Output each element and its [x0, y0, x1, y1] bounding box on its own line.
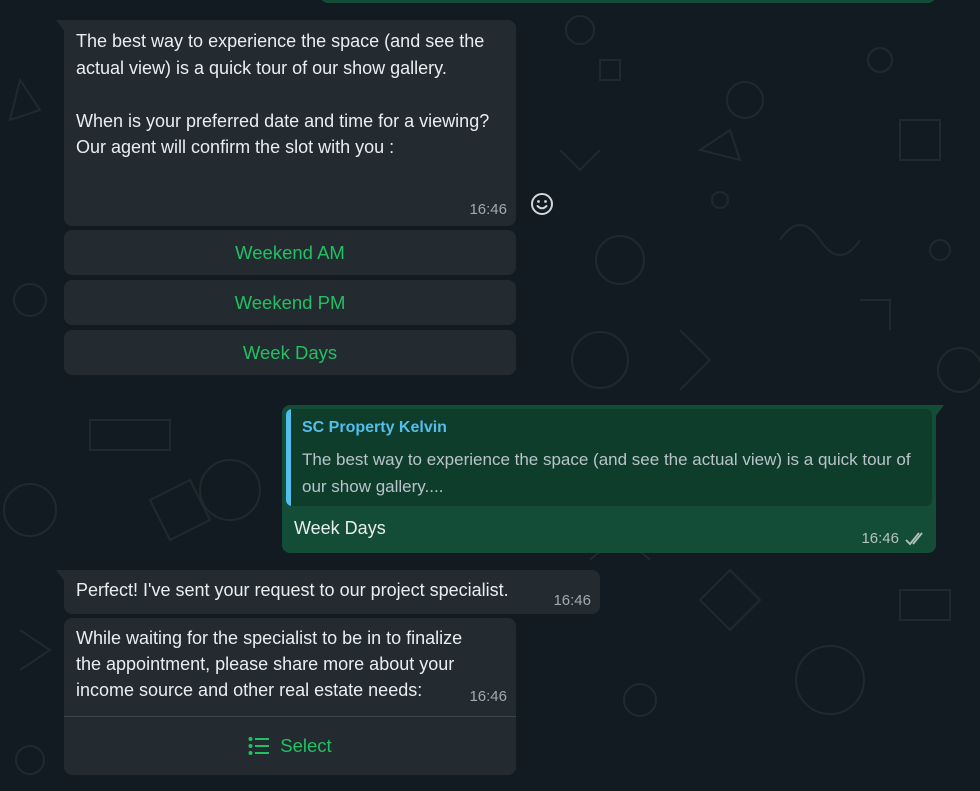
select-list-button[interactable]: Select: [64, 717, 516, 775]
smiley-icon: [531, 193, 553, 215]
incoming-message-2: Perfect! I've sent your request to our p…: [64, 570, 600, 614]
double-check-icon: [905, 531, 923, 545]
previous-outgoing-bubble-edge: [320, 0, 936, 3]
quote-accent-bar: [286, 409, 291, 506]
emoji-reaction-button[interactable]: [529, 191, 555, 217]
chat-panel: The best way to experience the space (an…: [0, 0, 980, 791]
message-meta: 16:46: [861, 530, 927, 547]
list-icon: [248, 737, 270, 755]
message-text: Week Days: [294, 518, 386, 538]
select-button-label: Select: [280, 735, 332, 756]
incoming-message-1: The best way to experience the space (an…: [64, 20, 516, 226]
bubble-tail: [56, 570, 65, 582]
quick-reply-week-days[interactable]: Week Days: [64, 330, 516, 375]
message-time: 16:46: [469, 201, 507, 218]
message-text: Perfect! I've sent your request to our p…: [76, 580, 509, 600]
message-text: The best way to experience the space (an…: [76, 31, 490, 157]
quick-reply-weekend-pm[interactable]: Weekend PM: [64, 280, 516, 325]
outgoing-message-reply: SC Property Kelvin The best way to exper…: [282, 405, 936, 553]
message-time: 16:46: [469, 688, 507, 705]
message-time: 16:46: [861, 530, 899, 547]
message-text: While waiting for the specialist to be i…: [76, 628, 468, 700]
message-time: 16:46: [553, 592, 591, 609]
quote-author: SC Property Kelvin: [302, 419, 447, 436]
bubble-tail: [935, 405, 944, 417]
quoted-message[interactable]: SC Property Kelvin The best way to exper…: [286, 409, 932, 506]
bubble-tail: [56, 20, 65, 32]
incoming-message-3: While waiting for the specialist to be i…: [64, 618, 516, 775]
quick-reply-weekend-am[interactable]: Weekend AM: [64, 230, 516, 275]
quote-text: The best way to experience the space (an…: [302, 450, 911, 496]
